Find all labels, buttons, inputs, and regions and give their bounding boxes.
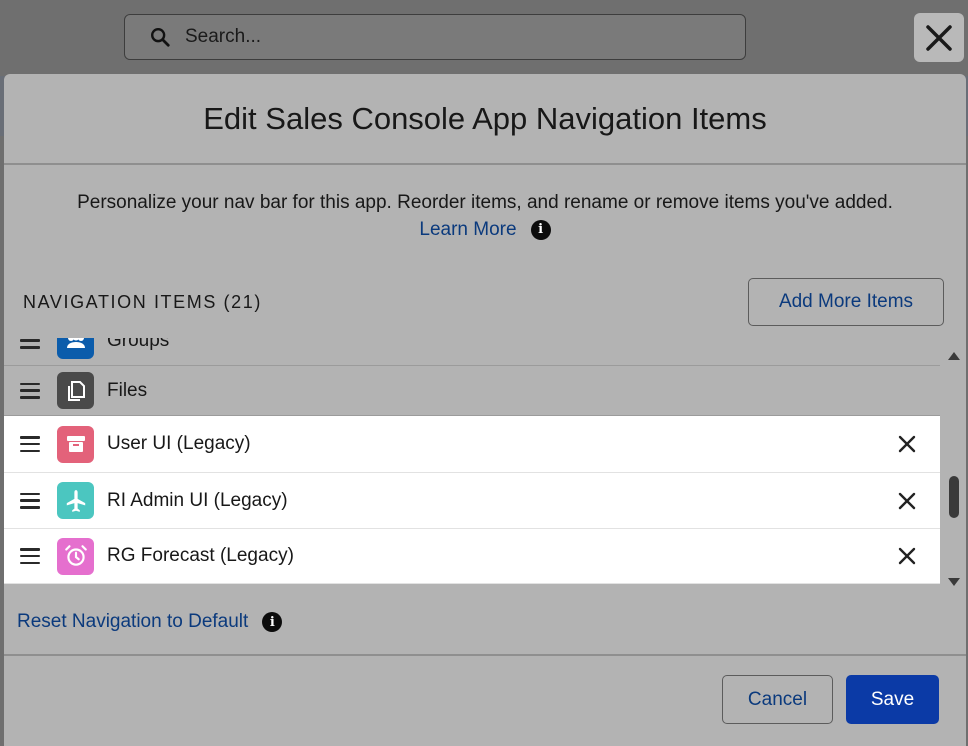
list-item-label: RI Admin UI (Legacy) xyxy=(107,489,288,511)
drag-handle-icon[interactable] xyxy=(20,338,40,349)
drag-handle-icon[interactable] xyxy=(20,382,40,399)
modal-footer: Cancel Save xyxy=(4,654,966,746)
navigation-items-list: Groups Files User UI (Legacy) RI Admin U… xyxy=(4,338,944,584)
list-item-groups[interactable]: Groups xyxy=(4,338,940,366)
list-item-rg-forecast-legacy[interactable]: RG Forecast (Legacy) xyxy=(4,529,940,584)
search-placeholder: Search... xyxy=(185,26,262,47)
save-button[interactable]: Save xyxy=(846,675,939,724)
cancel-button[interactable]: Cancel xyxy=(722,675,833,724)
add-more-items-button[interactable]: Add More Items xyxy=(748,278,944,326)
global-search-bar[interactable]: Search... xyxy=(124,14,746,60)
info-icon[interactable]: i xyxy=(262,612,283,632)
reset-navigation-row: Reset Navigation to Default i xyxy=(17,611,283,633)
files-icon xyxy=(57,372,94,409)
scroll-down-arrow-icon[interactable] xyxy=(948,578,960,586)
remove-item-icon[interactable] xyxy=(898,435,916,453)
info-icon[interactable]: i xyxy=(530,219,551,240)
scroll-thumb[interactable] xyxy=(949,476,959,518)
drag-handle-icon[interactable] xyxy=(20,436,40,452)
archive-box-icon xyxy=(57,425,94,463)
list-item-label: RG Forecast (Legacy) xyxy=(107,545,294,566)
drag-handle-icon[interactable] xyxy=(20,548,40,564)
drag-handle-icon[interactable] xyxy=(20,492,40,509)
learn-more-link[interactable]: Learn More xyxy=(419,216,516,243)
edit-navigation-modal: Edit Sales Console App Navigation Items … xyxy=(4,74,966,746)
list-scrollbar[interactable] xyxy=(946,352,962,586)
learn-more-row: Learn More i xyxy=(4,216,966,243)
airplane-icon xyxy=(57,482,94,519)
reset-navigation-link[interactable]: Reset Navigation to Default xyxy=(17,611,248,633)
groups-icon xyxy=(57,338,94,359)
navigation-items-title: Navigation Items (21) xyxy=(23,292,262,312)
list-item-label: Groups xyxy=(107,338,170,351)
modal-title: Edit Sales Console App Navigation Items xyxy=(203,100,767,136)
search-icon xyxy=(151,28,170,47)
close-icon xyxy=(926,24,952,51)
remove-item-icon[interactable] xyxy=(898,492,916,510)
scroll-up-arrow-icon[interactable] xyxy=(948,352,960,360)
list-item-label: User UI (Legacy) xyxy=(107,433,251,454)
navigation-items-header: Navigation Items (21) Add More Items xyxy=(4,278,966,328)
modal-header: Edit Sales Console App Navigation Items xyxy=(4,74,966,165)
close-modal-button[interactable] xyxy=(914,13,964,62)
alarm-clock-icon xyxy=(57,537,94,575)
remove-item-icon[interactable] xyxy=(898,547,916,565)
list-item-ri-admin-ui-legacy[interactable]: RI Admin UI (Legacy) xyxy=(4,473,940,529)
modal-description: Personalize your nav bar for this app. R… xyxy=(4,189,966,243)
list-item-label: Files xyxy=(107,379,148,401)
list-item-user-ui-legacy[interactable]: User UI (Legacy) xyxy=(4,416,940,473)
list-item-files[interactable]: Files xyxy=(4,366,940,416)
description-text: Personalize your nav bar for this app. R… xyxy=(77,192,893,213)
